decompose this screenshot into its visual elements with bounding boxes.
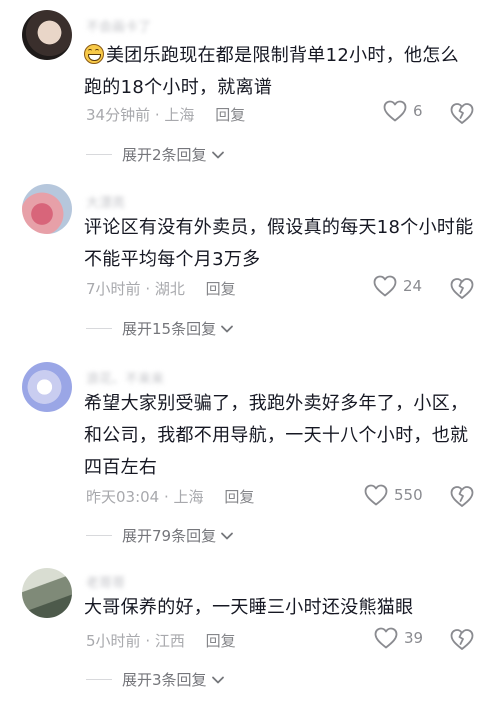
comment-time: 7小时前 [86, 280, 141, 298]
grinning-emoji-icon [84, 44, 104, 64]
comment-meta: 5小时前 · 江西 回复 [86, 632, 236, 650]
comment-location: 江西 [154, 632, 185, 650]
username[interactable]: 大漂亮 [86, 192, 125, 211]
like-count: 550 [394, 486, 423, 504]
like-button[interactable]: 6 [383, 100, 423, 122]
chevron-down-icon [211, 676, 224, 683]
expand-replies-button[interactable]: 展开15条回复 [86, 318, 234, 339]
comment-text: 希望大家别受骗了，我跑外卖好多年了，小区， 和公司，我都不用导航，一天十八个小时… [84, 393, 469, 478]
broken-heart-icon[interactable] [449, 101, 475, 125]
comment-text: 大哥保养的好，一天睡三小时还没熊猫眼 [84, 597, 414, 618]
username[interactable]: 老哥哥 [86, 572, 125, 591]
comment-meta: 昨天03:04 · 上海 回复 [86, 488, 255, 506]
comment-location: 上海 [173, 488, 204, 506]
comment-meta: 34分钟前 · 上海 回复 [86, 106, 246, 124]
like-button[interactable]: 39 [374, 627, 423, 649]
avatar[interactable] [22, 362, 72, 412]
chevron-down-icon [221, 532, 233, 539]
comment-time: 昨天03:04 [86, 488, 160, 506]
expand-replies-button[interactable]: 展开79条回复 [86, 525, 234, 546]
broken-heart-icon[interactable] [449, 627, 475, 651]
comment-location: 上海 [164, 106, 195, 124]
avatar[interactable] [22, 184, 72, 234]
reply-button[interactable]: 回复 [224, 488, 254, 506]
like-count: 6 [413, 102, 423, 120]
comment-time: 34分钟前 [86, 106, 151, 124]
reply-button[interactable]: 回复 [206, 632, 236, 650]
reply-button[interactable]: 回复 [206, 280, 236, 298]
comment-meta: 7小时前 · 湖北 回复 [86, 280, 236, 298]
comment-time: 5小时前 [86, 632, 141, 650]
like-count: 39 [404, 629, 424, 647]
username[interactable]: 浪花、不来来 [86, 368, 164, 387]
expand-replies-button[interactable]: 展开2条回复 [86, 144, 225, 165]
comment-location: 湖北 [154, 280, 185, 298]
username[interactable]: 不会画卡了 [86, 16, 151, 35]
heart-icon [373, 275, 397, 297]
expand-replies-button[interactable]: 展开3条回复 [86, 669, 225, 690]
heart-icon [374, 627, 398, 649]
avatar[interactable] [22, 568, 72, 618]
heart-icon [364, 484, 388, 506]
reply-button[interactable]: 回复 [215, 106, 245, 124]
like-count: 24 [403, 277, 423, 295]
broken-heart-icon[interactable] [449, 484, 475, 508]
broken-heart-icon[interactable] [449, 276, 475, 300]
chevron-down-icon [221, 325, 233, 332]
chevron-down-icon [211, 151, 224, 158]
like-button[interactable]: 550 [364, 484, 423, 506]
like-button[interactable]: 24 [373, 275, 422, 297]
heart-icon [383, 100, 407, 122]
comment-text: 美团乐跑现在都是限制背单12小时，他怎么 跑的18个小时，就离谱 [84, 44, 459, 98]
comment-text: 评论区有没有外卖员，假设真的每天18个小时能 不能平均每个月3万多 [84, 217, 474, 270]
avatar[interactable] [22, 10, 72, 60]
